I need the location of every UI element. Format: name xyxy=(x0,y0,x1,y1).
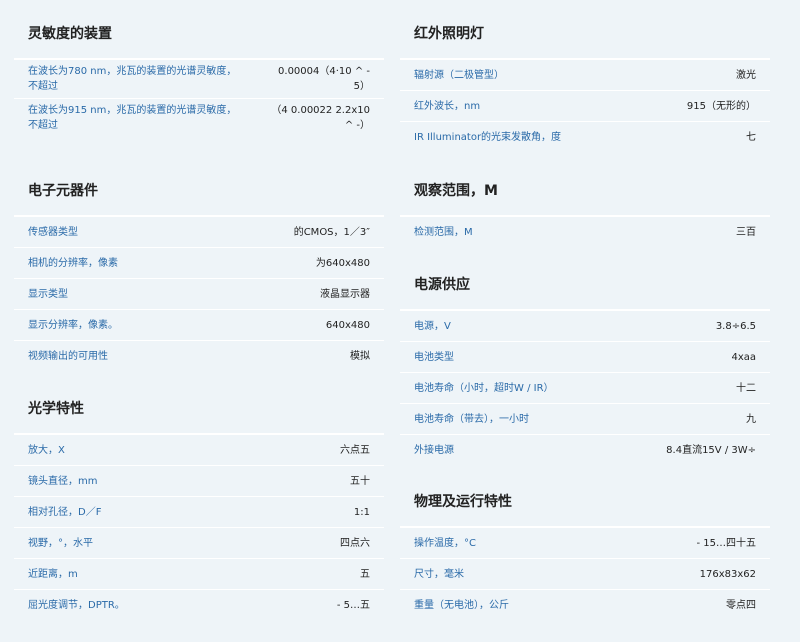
spec-value: 七 xyxy=(746,131,756,143)
section-optics: 光学特性 放大，X 六点五 镜头直径，mm 五十 相对孔径，D／F 1:1 视野… xyxy=(14,393,384,620)
spec-label: 检测范围，M xyxy=(414,226,473,238)
spec-row: 屈光度调节，DPTR。 - 5…五 xyxy=(14,589,384,620)
section-title: 电子元器件 xyxy=(14,175,384,216)
section-power-supply: 电源供应 电源，V 3.8÷6.5 电池类型 4xaa 电池寿命（小时，超时W … xyxy=(400,269,770,486)
spec-row: 近距离，m 五 xyxy=(14,558,384,589)
spec-row: 辐射源（二极管型） 激光 xyxy=(400,59,770,90)
spec-row: 外接电源 8.4直流15V / 3W÷ xyxy=(400,434,770,465)
spec-value: - 15…四十五 xyxy=(696,537,756,549)
spec-value: 的CMOS，1／3″ xyxy=(293,226,370,238)
left-column: 灵敏度的装置 在波长为780 nm，兆瓦的装置的光谱灵敏度，不超过 0.0000… xyxy=(14,18,384,620)
spec-value: 为640x480 xyxy=(315,257,370,269)
spec-label: 电源，V xyxy=(414,320,451,332)
spec-value: 4xaa xyxy=(731,351,756,363)
spec-row: 相机的分辨率，像素 为640x480 xyxy=(14,247,384,278)
spec-value: 1:1 xyxy=(353,506,370,518)
spec-row: 重量（无电池），公斤 零点四 xyxy=(400,589,770,620)
spec-row: 传感器类型 的CMOS，1／3″ xyxy=(14,216,384,247)
spec-label: 红外波长，nm xyxy=(414,100,481,112)
spec-label: 近距离，m xyxy=(28,568,78,580)
spec-row: 相对孔径，D／F 1:1 xyxy=(14,496,384,527)
spec-label: 外接电源 xyxy=(414,444,454,456)
spec-label: 电池类型 xyxy=(414,351,454,363)
spec-row: 电池类型 4xaa xyxy=(400,341,770,372)
section-observation-range: 观察范围，M 检测范围，M 三百 xyxy=(400,175,770,269)
spec-row: 放大，X 六点五 xyxy=(14,434,384,465)
section-title: 灵敏度的装置 xyxy=(14,18,384,59)
spec-value: 三百 xyxy=(736,226,756,238)
spec-value: 零点四 xyxy=(726,599,756,611)
spec-label: 辐射源（二极管型） xyxy=(414,69,504,81)
spec-value: 640x480 xyxy=(325,319,370,331)
spec-row: 视频输出的可用性 模拟 xyxy=(14,340,384,371)
section-title: 光学特性 xyxy=(14,393,384,434)
spec-row: 电源，V 3.8÷6.5 xyxy=(400,310,770,341)
spec-row: 镜头直径，mm 五十 xyxy=(14,465,384,496)
spec-value: 五十 xyxy=(350,475,370,487)
spec-row: 视野，°，水平 四点六 xyxy=(14,527,384,558)
spec-row: 检测范围，M 三百 xyxy=(400,216,770,247)
spec-value: 模拟 xyxy=(350,350,370,362)
spec-label: 在波长为780 nm，兆瓦的装置的光谱灵敏度，不超过 xyxy=(28,66,237,92)
section-title: 观察范围，M xyxy=(400,175,770,216)
spec-row: 电池寿命（小时，超时W / IR） 十二 xyxy=(400,372,770,403)
spec-label: 镜头直径，mm xyxy=(28,475,98,487)
spec-label: 屈光度调节，DPTR。 xyxy=(28,599,125,611)
spec-row: 显示分辨率，像素。 640x480 xyxy=(14,309,384,340)
spec-row: 显示类型 液晶显示器 xyxy=(14,278,384,309)
spec-value: 六点五 xyxy=(340,444,370,456)
spec-label: 显示类型 xyxy=(28,288,68,300)
spec-label: 放大，X xyxy=(28,444,65,456)
section-title: 红外照明灯 xyxy=(400,18,770,59)
spec-value: 五 xyxy=(360,568,370,580)
spec-value: 十二 xyxy=(736,382,756,394)
spec-value: - 5…五 xyxy=(336,599,370,611)
spec-label: 电池寿命（带去），一小时 xyxy=(414,413,529,425)
spec-label: 重量（无电池），公斤 xyxy=(414,599,509,611)
spec-label: 操作温度，°C xyxy=(414,537,476,549)
section-ir-illuminator: 红外照明灯 辐射源（二极管型） 激光 红外波长，nm 915（无形的） IR I… xyxy=(400,18,770,175)
spec-row: 电池寿命（带去），一小时 九 xyxy=(400,403,770,434)
spec-label: 视野，°，水平 xyxy=(28,537,93,549)
spec-row: 尺寸，毫米 176x83x62 xyxy=(400,558,770,589)
spec-value: （4 0.00022 2.2x10 ^ -） xyxy=(271,105,370,131)
section-sensitivity: 灵敏度的装置 在波长为780 nm，兆瓦的装置的光谱灵敏度，不超过 0.0000… xyxy=(14,18,384,175)
section-title: 电源供应 xyxy=(400,269,770,310)
spec-label: 相机的分辨率，像素 xyxy=(28,257,118,269)
spec-value: 液晶显示器 xyxy=(320,288,370,300)
spec-row: 操作温度，°C - 15…四十五 xyxy=(400,527,770,558)
spec-row: 红外波长，nm 915（无形的） xyxy=(400,90,770,121)
section-physical: 物理及运行特性 操作温度，°C - 15…四十五 尺寸，毫米 176x83x62… xyxy=(400,486,770,620)
spec-label: IR Illuminator的光束发散角，度 xyxy=(414,131,562,143)
spec-label: 在波长为915 nm，兆瓦的装置的光谱灵敏度，不超过 xyxy=(28,105,237,131)
section-electronics: 电子元器件 传感器类型 的CMOS，1／3″ 相机的分辨率，像素 为640x48… xyxy=(14,175,384,393)
spec-row: IR Illuminator的光束发散角，度 七 xyxy=(400,121,770,152)
spec-value: 九 xyxy=(746,413,756,425)
spec-row: 在波长为780 nm，兆瓦的装置的光谱灵敏度，不超过 0.00004（4·10 … xyxy=(14,59,384,98)
right-column: 红外照明灯 辐射源（二极管型） 激光 红外波长，nm 915（无形的） IR I… xyxy=(400,18,770,620)
spec-value: 8.4直流15V / 3W÷ xyxy=(666,444,756,456)
spec-label: 尺寸，毫米 xyxy=(414,568,464,580)
spec-label: 传感器类型 xyxy=(28,226,78,238)
spec-value: 3.8÷6.5 xyxy=(715,320,756,332)
spec-label: 相对孔径，D／F xyxy=(28,506,102,518)
spec-value: 915（无形的） xyxy=(686,100,756,112)
spec-value: 176x83x62 xyxy=(699,568,756,580)
section-title: 物理及运行特性 xyxy=(400,486,770,527)
spec-label: 电池寿命（小时，超时W / IR） xyxy=(414,382,554,394)
spec-label: 视频输出的可用性 xyxy=(28,350,108,362)
spec-label: 显示分辨率，像素。 xyxy=(28,319,118,331)
spec-row: 在波长为915 nm，兆瓦的装置的光谱灵敏度，不超过 （4 0.00022 2.… xyxy=(14,98,384,137)
spec-value: 四点六 xyxy=(340,537,370,549)
spec-value: 激光 xyxy=(736,69,756,81)
spec-value: 0.00004（4·10 ^ - 5） xyxy=(278,66,370,92)
